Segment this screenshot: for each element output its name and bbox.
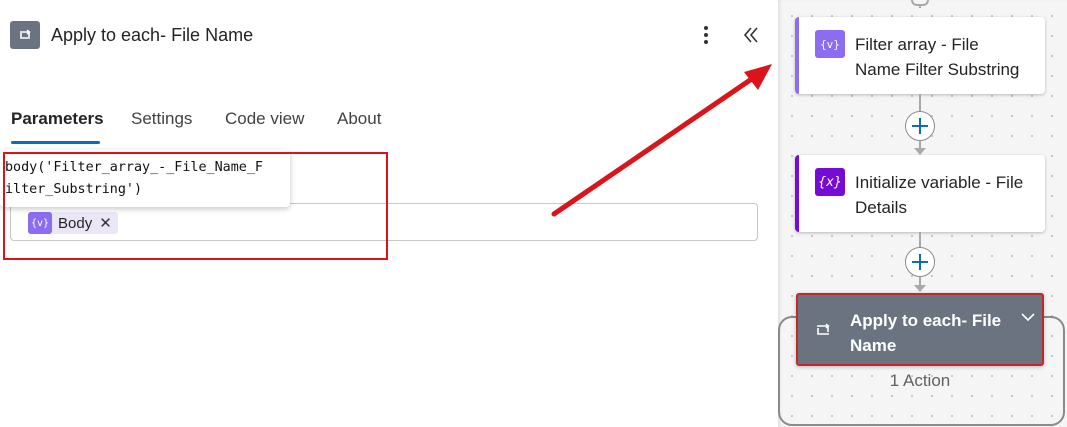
card-title: Filter array - File Name Filter Substrin… [855,32,1019,82]
chevron-down-icon[interactable] [1020,311,1036,323]
plus-icon [912,118,928,134]
tab-settings[interactable]: Settings [131,109,192,129]
action-count[interactable]: 1 Action [860,371,980,391]
variable-icon: {v} [28,212,52,234]
card-title: Initialize variable - File Details [855,170,1023,220]
token-label: Body [58,214,93,232]
card-title-line: Details [855,198,907,217]
items-input[interactable]: {v} Body ✕ [10,203,758,241]
action-card-filter-array[interactable]: {v} Filter array - File Name Filter Subs… [795,17,1045,94]
connector-arrow [914,285,926,292]
active-tab-indicator [11,141,100,144]
tab-about[interactable]: About [337,109,381,129]
apply-to-each-card[interactable]: Apply to each- File Name [796,293,1044,366]
filter-array-icon: {v} [815,30,845,58]
card-title: Apply to each- File Name [850,308,1001,358]
card-title-line: Apply to each- File [850,311,1002,330]
remove-token-icon[interactable]: ✕ [99,216,112,231]
connector-line [919,232,921,247]
card-title-line: Name [850,336,897,355]
expression-tooltip: body('Filter_array_-_File_Name_F ilter_S… [0,150,290,207]
plus-icon [912,254,928,270]
connector-arrow [914,148,926,155]
action-card-initialize-variable[interactable]: {x} Initialize variable - File Details [795,155,1045,232]
double-chevron-left-icon[interactable] [740,24,762,46]
tab-code-view[interactable]: Code view [225,109,304,129]
dynamic-content-token[interactable]: {v} Body ✕ [28,212,118,234]
add-step-button[interactable] [905,111,935,141]
card-title-line: Filter array - File [855,35,979,54]
card-accent [795,155,799,232]
details-panel: Apply to each- File Name Parameters Sett… [0,0,778,427]
card-title-line: Initialize variable - File [855,173,1024,192]
connector-line [919,94,921,111]
add-step-button[interactable] [905,247,935,277]
panel-title: Apply to each- File Name [51,25,254,45]
card-title-line: Name Filter Substring [855,60,1020,79]
variable-icon: {x} [815,168,845,196]
loop-icon [10,21,40,49]
loop-icon [817,323,830,335]
tab-parameters[interactable]: Parameters [11,109,104,129]
card-accent [795,17,799,94]
more-vertical-icon[interactable] [696,22,716,48]
